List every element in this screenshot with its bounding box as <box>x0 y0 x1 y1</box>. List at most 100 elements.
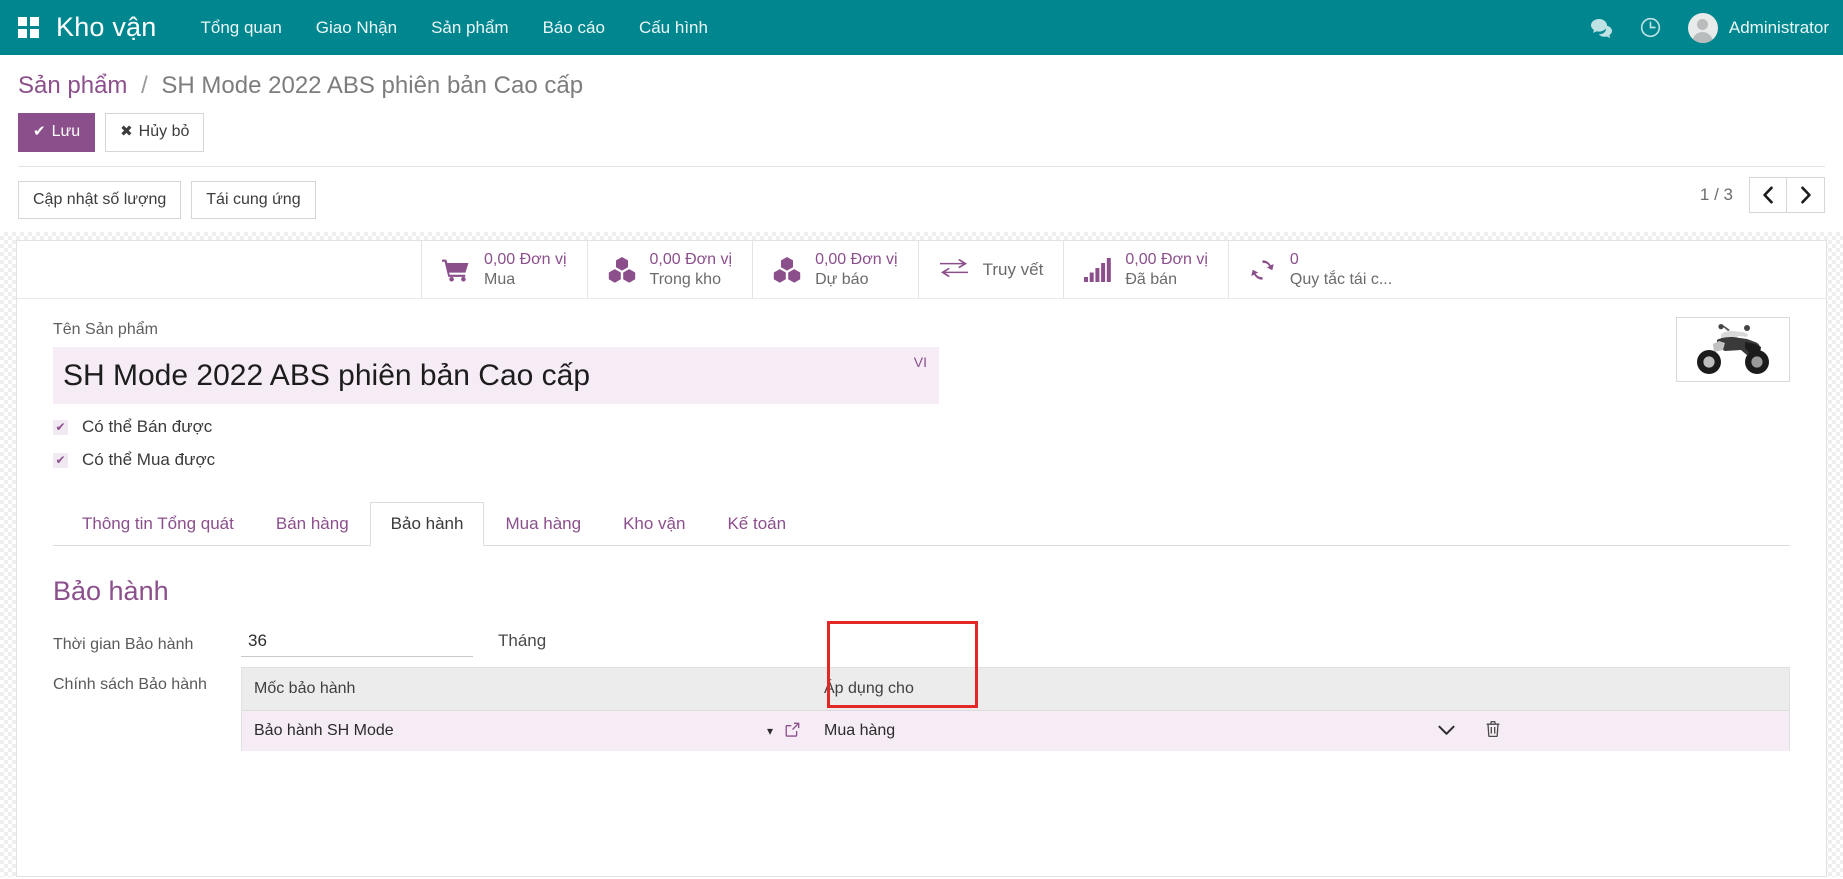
form-notebook-tabs: Thông tin Tổng quát Bán hàng Bảo hành Mu… <box>53 502 1790 546</box>
tab-general-info[interactable]: Thông tin Tổng quát <box>61 502 255 546</box>
app-brand-title[interactable]: Kho vận <box>56 12 156 43</box>
language-badge[interactable]: VI <box>914 354 927 370</box>
chevron-down-icon[interactable] <box>1438 723 1455 740</box>
shopping-cart-icon <box>442 258 470 282</box>
warranty-policy-label: Chính sách Bảo hành <box>53 667 241 696</box>
delete-row-button[interactable] <box>1467 711 1519 751</box>
form-background: 0,00 Đơn vị Mua 0,00 Đơn vị Trong kho <box>0 232 1843 877</box>
stat-value-on-hand: 0,00 Đơn vị <box>650 250 733 270</box>
can-be-purchased-row: ✔ Có thể Mua được <box>53 450 1790 470</box>
cell-apply-to[interactable]: Mua hàng <box>812 711 987 751</box>
stat-label-reordering-rules: Quy tắc tái c... <box>1290 270 1392 290</box>
warranty-duration-label: Thời gian Bảo hành <box>53 627 241 656</box>
cell-milestone-value: Bảo hành SH Mode <box>254 722 394 740</box>
product-form: Tên Sản phẩm SH Mode 2022 ABS phiên bản … <box>17 299 1826 751</box>
chevron-right-icon[interactable] <box>1787 177 1825 213</box>
product-name-label: Tên Sản phẩm <box>53 321 1790 339</box>
control-panel: Sản phẩm / SH Mode 2022 ABS phiên bản Ca… <box>0 55 1843 167</box>
form-sheet: 0,00 Đơn vị Mua 0,00 Đơn vị Trong kho <box>16 240 1827 877</box>
tab-inventory[interactable]: Kho vận <box>602 502 706 546</box>
stat-label-on-hand: Trong kho <box>650 270 733 290</box>
warranty-duration-row: Thời gian Bảo hành 36 Tháng <box>53 627 1790 657</box>
record-extra-buttons: Cập nhật số lượng Tái cung ứng <box>0 167 1843 233</box>
stat-button-reordering-rules[interactable]: 0 Quy tắc tái c... <box>1228 241 1412 298</box>
menu-item-reports[interactable]: Báo cáo <box>543 18 605 38</box>
breadcrumb-separator: / <box>141 72 148 99</box>
stat-value-purchased: 0,00 Đơn vị <box>484 250 567 270</box>
tab-sales[interactable]: Bán hàng <box>255 502 370 546</box>
warranty-duration-input[interactable]: 36 <box>241 627 473 657</box>
stat-button-bar: 0,00 Đơn vị Mua 0,00 Đơn vị Trong kho <box>17 241 1826 299</box>
clock-icon[interactable] <box>1639 16 1662 39</box>
cell-apply-to-value: Mua hàng <box>824 722 895 740</box>
column-header-milestone: Mốc bảo hành <box>242 680 812 698</box>
product-name-input[interactable]: SH Mode 2022 ABS phiên bản Cao cấp VI <box>53 347 939 404</box>
stat-button-purchased[interactable]: 0,00 Đơn vị Mua <box>421 241 587 298</box>
refresh-cycle-icon <box>1249 258 1276 282</box>
menu-item-transfers[interactable]: Giao Nhận <box>316 18 397 38</box>
menu-item-products[interactable]: Sản phẩm <box>431 18 509 38</box>
table-row[interactable]: Bảo hành SH Mode ▾ Mua hàng <box>242 711 1789 751</box>
warranty-duration-unit: Tháng <box>498 627 546 651</box>
close-icon: ✖ <box>120 123 133 140</box>
warranty-policy-table: Mốc bảo hành Áp dụng cho Bảo hành SH Mod… <box>241 667 1790 751</box>
tab-accounting[interactable]: Kế toán <box>706 502 807 546</box>
main-menu: Tổng quan Giao Nhận Sản phẩm Báo cáo Cấu… <box>200 18 707 38</box>
stat-label-traceability: Truy vết <box>983 260 1044 281</box>
tab-warranty[interactable]: Bảo hành <box>370 502 485 546</box>
stat-button-sold[interactable]: 0,00 Đơn vị Đã bán <box>1063 241 1228 298</box>
discard-button-label: Hủy bỏ <box>139 123 190 140</box>
chevron-left-icon[interactable] <box>1749 177 1787 213</box>
warranty-policy-row: Chính sách Bảo hành Mốc bảo hành Áp dụng… <box>53 667 1790 751</box>
top-navigation-bar: Kho vận Tổng quan Giao Nhận Sản phẩm Báo… <box>0 0 1843 55</box>
chat-bubble-icon[interactable] <box>1590 18 1613 38</box>
record-action-buttons: ✔ Lưu ✖ Hủy bỏ <box>18 113 1825 152</box>
cubes-icon <box>608 257 636 283</box>
top-right-tools: Administrator <box>1590 0 1829 55</box>
product-name-value: SH Mode 2022 ABS phiên bản Cao cấp <box>63 359 590 393</box>
can-be-sold-label: Có thể Bán được <box>82 417 212 437</box>
stat-button-traceability[interactable]: Truy vết <box>918 241 1064 298</box>
chevron-down-icon[interactable]: ▾ <box>767 724 773 738</box>
tab-purchase[interactable]: Mua hàng <box>484 502 602 546</box>
breadcrumb-current: SH Mode 2022 ABS phiên bản Cao cấp <box>161 72 583 99</box>
breadcrumb-root[interactable]: Sản phẩm <box>18 72 127 99</box>
menu-item-overview[interactable]: Tổng quan <box>200 18 281 38</box>
update-quantity-button[interactable]: Cập nhật số lượng <box>18 181 181 220</box>
can-be-sold-row: ✔ Có thể Bán được <box>53 417 1790 437</box>
column-header-apply-to: Áp dụng cho <box>812 680 987 698</box>
stat-value-reordering-rules: 0 <box>1290 250 1392 270</box>
stat-label-purchased: Mua <box>484 270 567 290</box>
user-name-label: Administrator <box>1729 18 1829 38</box>
user-menu[interactable]: Administrator <box>1688 13 1829 43</box>
check-icon: ✔ <box>33 123 46 140</box>
stat-label-sold: Đã bán <box>1125 270 1208 290</box>
cubes-icon <box>773 257 801 283</box>
menu-item-configuration[interactable]: Cấu hình <box>639 18 708 38</box>
stat-label-forecast: Dự báo <box>815 270 898 290</box>
stat-button-forecast[interactable]: 0,00 Đơn vị Dự báo <box>752 241 918 298</box>
stat-value-forecast: 0,00 Đơn vị <box>815 250 898 270</box>
motorbike-photo <box>1687 324 1779 376</box>
save-button-label: Lưu <box>52 123 81 140</box>
replenish-button[interactable]: Tái cung ứng <box>191 181 315 220</box>
pager-count: 1 / 3 <box>1700 185 1733 205</box>
cell-apply-to-dropdown[interactable] <box>987 711 1467 751</box>
trash-icon[interactable] <box>1485 720 1501 743</box>
avatar <box>1688 13 1718 43</box>
cell-milestone[interactable]: Bảo hành SH Mode ▾ <box>242 711 812 751</box>
can-be-sold-checkbox[interactable]: ✔ <box>53 420 68 435</box>
bar-chart-icon <box>1084 258 1111 282</box>
warranty-section-title: Bảo hành <box>53 576 1790 607</box>
stat-value-sold: 0,00 Đơn vị <box>1125 250 1208 270</box>
discard-button[interactable]: ✖ Hủy bỏ <box>105 113 204 152</box>
stat-button-on-hand[interactable]: 0,00 Đơn vị Trong kho <box>587 241 753 298</box>
can-be-purchased-checkbox[interactable]: ✔ <box>53 453 68 468</box>
control-panel-divider <box>18 166 1825 167</box>
save-button[interactable]: ✔ Lưu <box>18 113 95 152</box>
table-header-row: Mốc bảo hành Áp dụng cho <box>242 668 1789 711</box>
external-link-icon[interactable] <box>785 722 800 740</box>
product-image[interactable] <box>1676 317 1790 382</box>
record-pager: 1 / 3 <box>1700 177 1825 213</box>
apps-grid-icon[interactable] <box>0 17 56 38</box>
